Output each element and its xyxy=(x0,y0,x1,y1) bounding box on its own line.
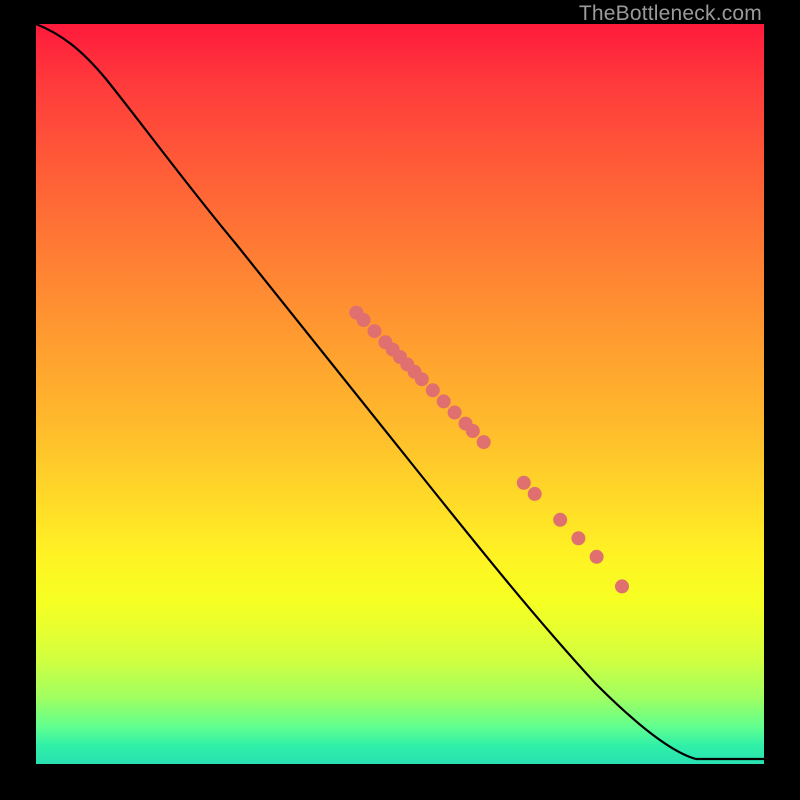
data-point xyxy=(368,324,382,338)
data-point xyxy=(466,424,480,438)
data-point xyxy=(553,513,567,527)
plot-area xyxy=(36,24,764,764)
chart-svg xyxy=(36,24,764,764)
data-point xyxy=(477,435,491,449)
data-point xyxy=(615,579,629,593)
data-point xyxy=(448,406,462,420)
chart-frame: TheBottleneck.com xyxy=(0,0,800,800)
data-point xyxy=(437,394,451,408)
data-point xyxy=(517,476,531,490)
data-point xyxy=(571,531,585,545)
data-point xyxy=(590,550,604,564)
watermark-text: TheBottleneck.com xyxy=(579,2,762,26)
chart-dots xyxy=(349,306,629,594)
data-point xyxy=(528,487,542,501)
chart-curve xyxy=(36,24,764,759)
data-point xyxy=(357,313,371,327)
data-point xyxy=(415,372,429,386)
data-point xyxy=(426,383,440,397)
